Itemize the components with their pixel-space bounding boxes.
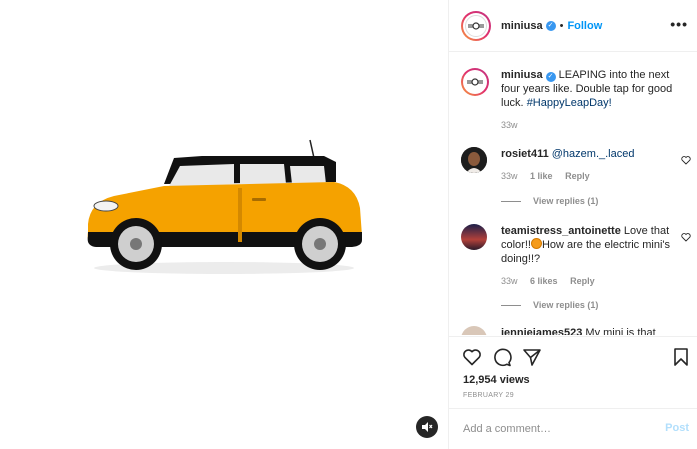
bookmark-icon[interactable] [671, 347, 691, 367]
mini-cooper-car-image [87, 139, 363, 274]
post-side-panel: miniusa ✓ • Follow ••• miniusa ✓ LEAPING … [448, 0, 697, 449]
view-count[interactable]: 12,954 views [463, 374, 530, 386]
view-replies-label: View replies (1) [533, 196, 599, 206]
post-date[interactable]: FEBRUARY 29 [463, 392, 514, 399]
more-options-icon[interactable]: ••• [670, 17, 688, 31]
avatar[interactable] [461, 326, 487, 335]
comment-input[interactable] [463, 421, 643, 437]
caption-meta: 33w [501, 120, 528, 130]
mini-logo-icon [467, 78, 483, 86]
post-actions: 12,954 views FEBRUARY 29 [449, 336, 697, 408]
timestamp[interactable]: 33w [501, 276, 518, 286]
post-header: miniusa ✓ • Follow ••• [449, 0, 697, 52]
comment-item: rosiet411 @hazem._.laced 33w 1 like Repl… [461, 147, 691, 217]
likes-count[interactable]: 6 likes [530, 276, 558, 286]
view-replies-button[interactable]: View replies (1) [501, 196, 598, 206]
add-comment-bar: Post [449, 408, 697, 449]
view-replies-button[interactable]: View replies (1) [501, 300, 598, 310]
timestamp[interactable]: 33w [501, 120, 518, 130]
view-replies-label: View replies (1) [533, 300, 599, 310]
hashtag-link[interactable]: #HappyLeapDay! [527, 97, 612, 109]
comment-username[interactable]: jenniejames523 [501, 327, 582, 335]
share-icon[interactable] [522, 347, 542, 367]
caption: miniusa ✓ LEAPING into the next four year… [461, 68, 691, 138]
verified-badge-icon: ✓ [545, 72, 556, 82]
comment-meta: 33w 1 like Reply [501, 171, 600, 181]
avatar[interactable] [461, 224, 487, 250]
user-photo [461, 224, 487, 250]
username[interactable]: miniusa [501, 20, 543, 32]
mini-logo-icon [468, 21, 484, 30]
follow-button[interactable]: Follow [567, 20, 602, 32]
verified-badge-icon: ✓ [545, 20, 556, 31]
mention-link[interactable]: @hazem._.laced [552, 148, 635, 160]
avatar[interactable] [461, 147, 487, 173]
post-media[interactable] [0, 0, 448, 449]
heart-icon[interactable] [681, 155, 691, 165]
pumpkin-emoji [530, 238, 542, 249]
post-comment-button[interactable]: Post [665, 422, 689, 434]
heart-icon[interactable] [681, 232, 691, 242]
comment-item: teamistress_antoinette Love that color!!… [461, 224, 691, 314]
user-photo [461, 147, 487, 173]
comment-text: My mini is that [585, 327, 656, 335]
reply-button[interactable]: Reply [570, 276, 595, 286]
comment-username[interactable]: teamistress_antoinette [501, 225, 621, 237]
heart-icon[interactable] [462, 347, 482, 367]
speaker-muted-icon [422, 422, 433, 432]
caption-username[interactable]: miniusa [501, 69, 543, 81]
avatar[interactable] [461, 68, 489, 96]
comments-list[interactable]: miniusa ✓ LEAPING into the next four year… [449, 53, 697, 335]
mute-button[interactable] [416, 416, 438, 438]
divider [501, 200, 521, 202]
divider [501, 304, 521, 306]
likes-count[interactable]: 1 like [530, 171, 553, 181]
reply-button[interactable]: Reply [565, 171, 590, 181]
timestamp[interactable]: 33w [501, 171, 518, 181]
comment-username[interactable]: rosiet411 [501, 148, 549, 160]
comment-icon[interactable] [492, 347, 512, 367]
comment-item: jenniejames523 My mini is that [461, 326, 691, 335]
dot-separator: • [559, 19, 564, 32]
comment-meta: 33w 6 likes Reply [501, 276, 605, 286]
avatar[interactable] [461, 10, 491, 41]
